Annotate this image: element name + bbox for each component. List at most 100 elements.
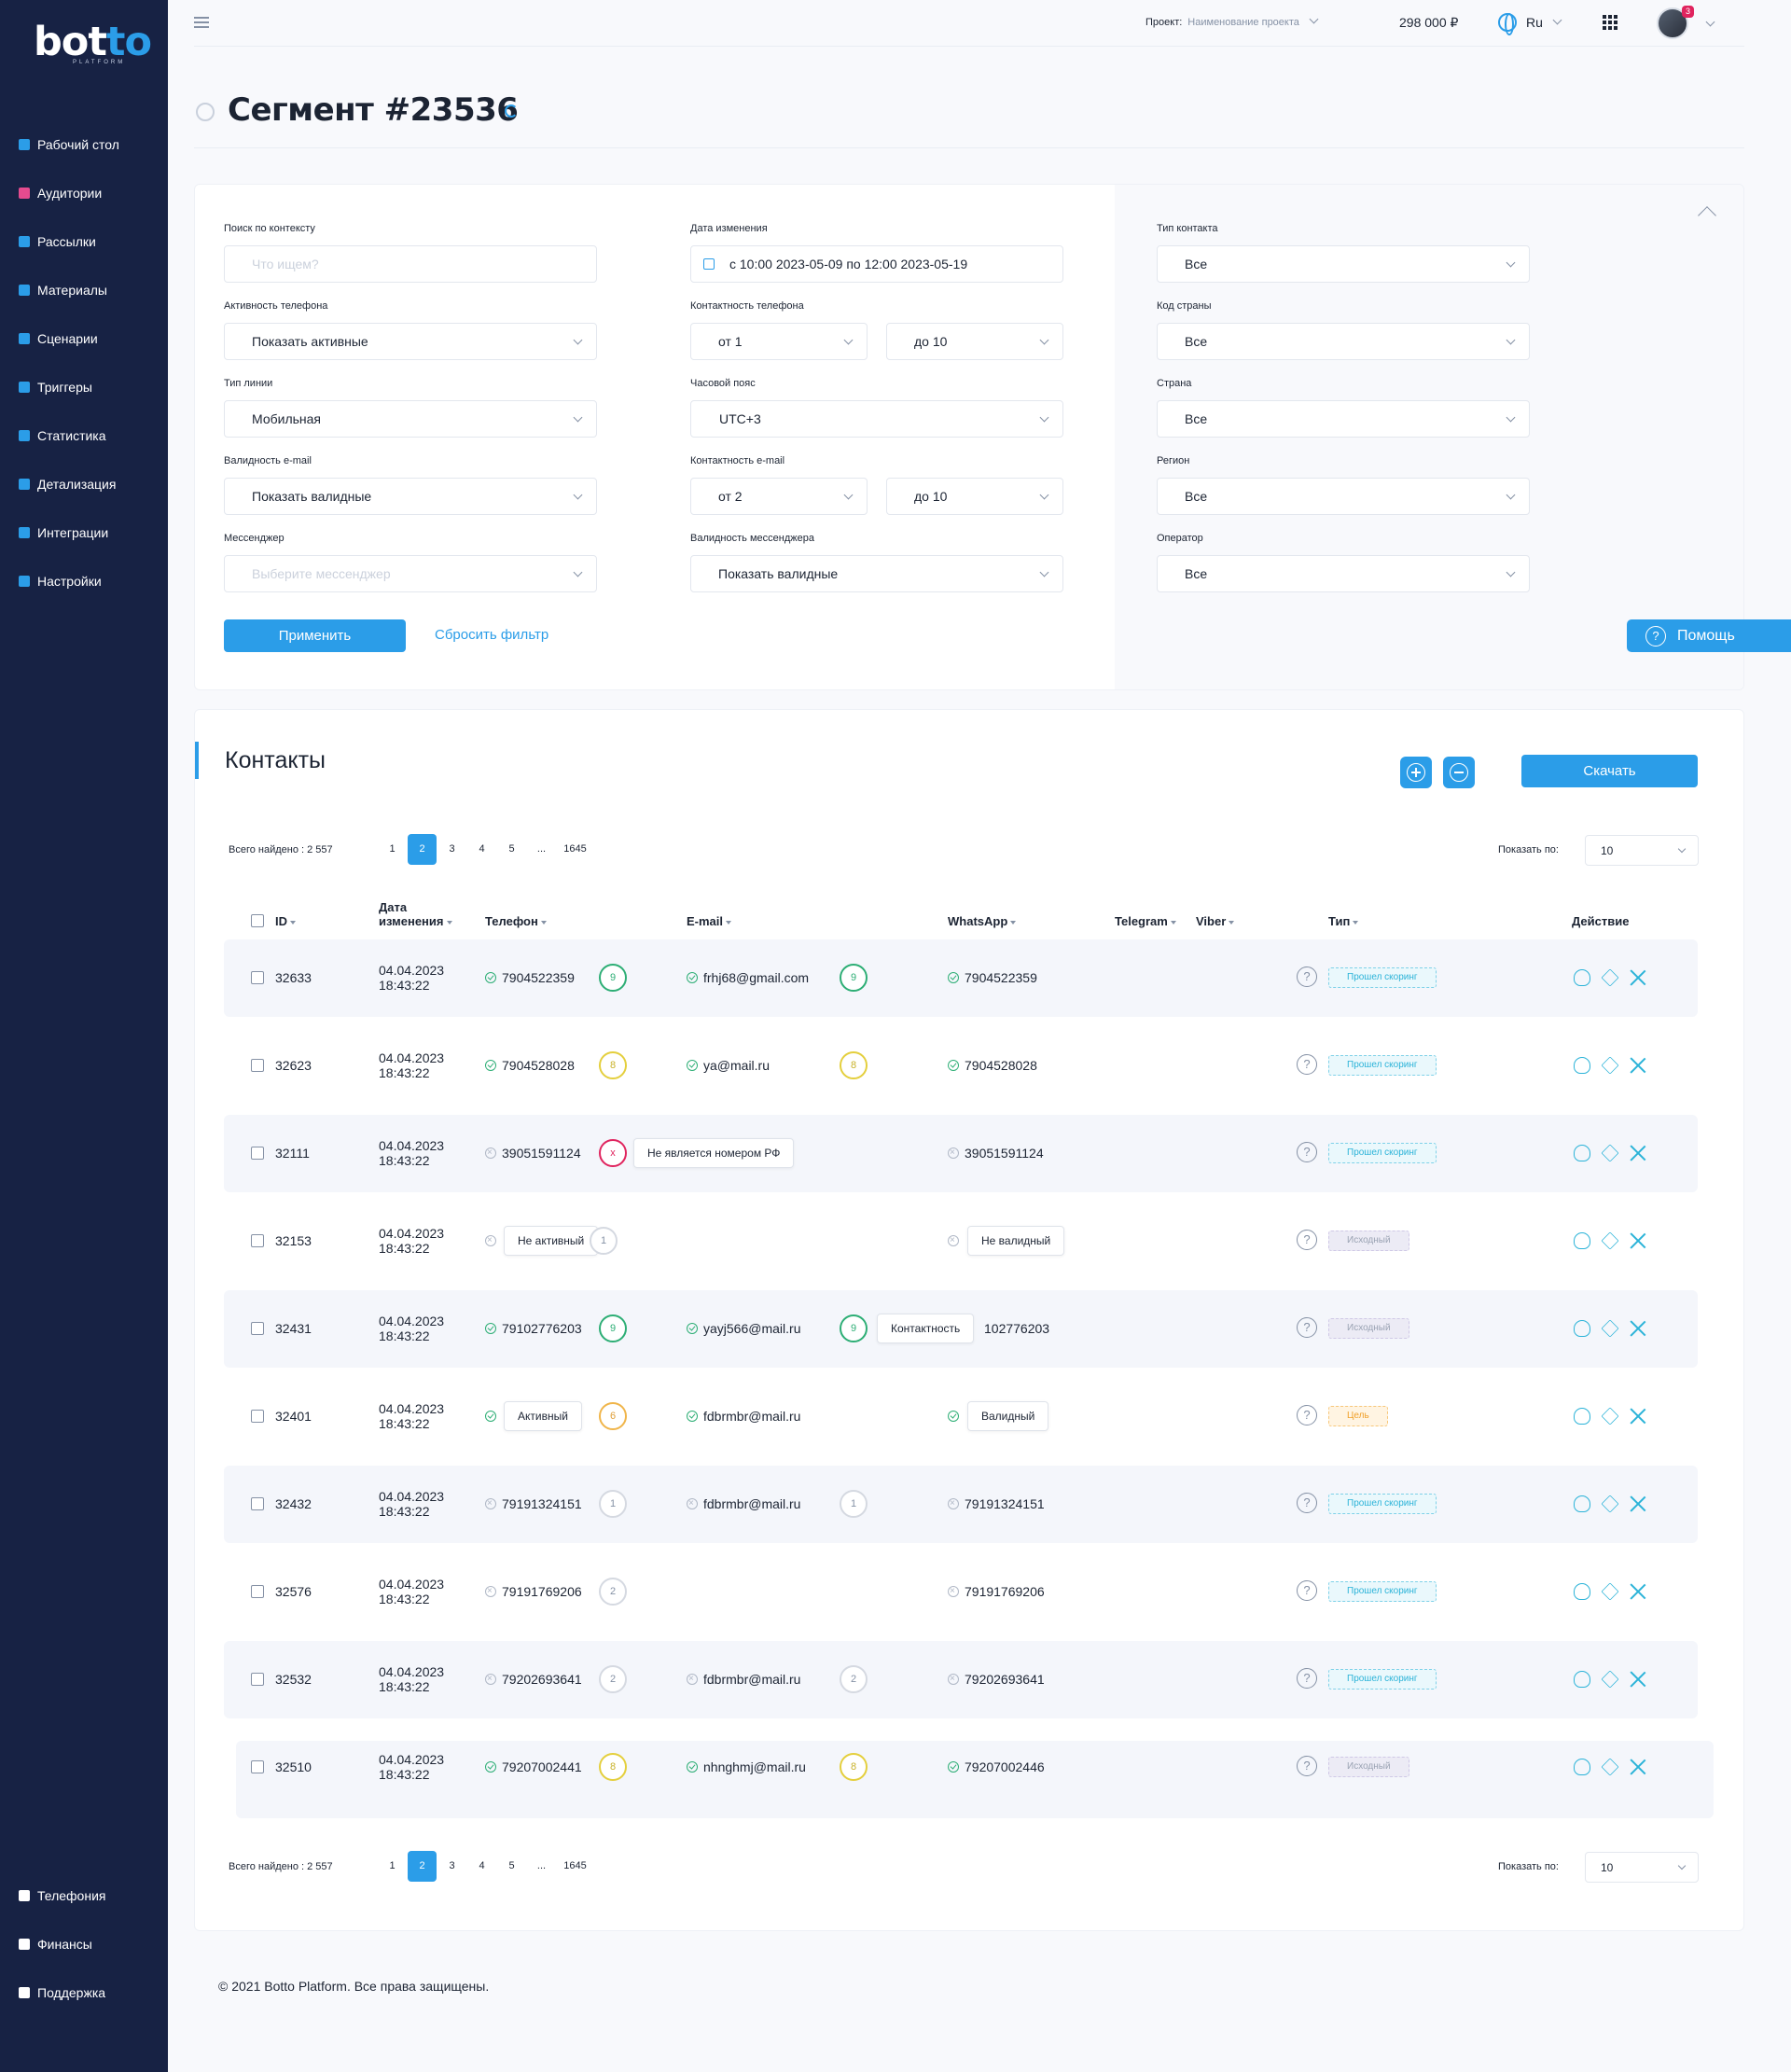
col-email[interactable]: E-mail [687, 914, 732, 928]
col-phone[interactable]: Телефон [485, 914, 547, 928]
line-type-select[interactable]: Мобильная [224, 400, 597, 438]
page-...[interactable]: ... [527, 834, 556, 865]
close-icon[interactable] [1630, 1759, 1646, 1775]
col-date[interactable]: Дата изменения [379, 900, 463, 928]
headset-icon[interactable] [1574, 1759, 1590, 1775]
sidebar-item-2[interactable]: Рассылки [19, 232, 96, 251]
close-icon[interactable] [1630, 1408, 1646, 1425]
reset-filter-link[interactable]: Сбросить фильтр [435, 627, 548, 643]
headset-icon[interactable] [1574, 1583, 1590, 1600]
email-validity-select[interactable]: Показать валидные [224, 478, 597, 515]
page-3[interactable]: 3 [437, 834, 466, 865]
page-2[interactable]: 2 [408, 834, 437, 865]
question-icon[interactable]: ? [1297, 1756, 1317, 1776]
show-by-select[interactable]: 10 [1585, 1852, 1699, 1883]
phone-contact-from[interactable]: от 1 [690, 323, 868, 360]
email-contact-to[interactable]: до 10 [886, 478, 1063, 515]
operator-select[interactable]: Все [1157, 555, 1530, 592]
close-icon[interactable] [1630, 1320, 1646, 1337]
page-1645[interactable]: 1645 [561, 1851, 590, 1882]
page-4[interactable]: 4 [467, 1851, 496, 1882]
phone-activity-select[interactable]: Показать активные [224, 323, 597, 360]
question-icon[interactable]: ? [1297, 1668, 1317, 1689]
country-code-select[interactable]: Все [1157, 323, 1530, 360]
show-by-select[interactable]: 10 [1585, 835, 1699, 866]
close-icon[interactable] [1630, 1232, 1646, 1249]
row-checkbox[interactable] [251, 1410, 264, 1423]
menu-icon[interactable] [194, 17, 209, 28]
question-icon[interactable]: ? [1297, 1317, 1317, 1338]
page-...[interactable]: ... [527, 1851, 556, 1882]
headset-icon[interactable] [1574, 1671, 1590, 1688]
sidebar-item-4[interactable]: Сценарии [19, 329, 98, 348]
row-checkbox[interactable] [251, 971, 264, 984]
select-all-checkbox[interactable] [251, 914, 264, 927]
sidebar-item-6[interactable]: Статистика [19, 426, 106, 445]
question-icon[interactable]: ? [1297, 1142, 1317, 1162]
headset-icon[interactable] [1574, 1145, 1590, 1161]
phone-contact-to[interactable]: до 10 [886, 323, 1063, 360]
question-icon[interactable]: ? [1297, 1230, 1317, 1250]
question-icon[interactable]: ? [1297, 1405, 1317, 1425]
sidebar-item-7[interactable]: Детализация [19, 475, 116, 494]
col-type[interactable]: Тип [1328, 914, 1359, 928]
sidebar-item-9[interactable]: Настройки [19, 572, 102, 591]
row-checkbox[interactable] [251, 1234, 264, 1247]
apply-button[interactable]: Применить [224, 619, 406, 652]
date-range-input[interactable]: с 10:00 2023-05-09 по 12:00 2023-05-19 [690, 245, 1063, 283]
messenger-select[interactable]: Выберите мессенджер [224, 555, 597, 592]
page-5[interactable]: 5 [497, 1851, 526, 1882]
search-input[interactable]: Что ищем? [224, 245, 597, 283]
country-select[interactable]: Все [1157, 400, 1530, 438]
col-whatsapp[interactable]: WhatsApp [948, 914, 1017, 928]
close-icon[interactable] [1630, 1495, 1646, 1512]
row-checkbox[interactable] [251, 1322, 264, 1335]
page-1645[interactable]: 1645 [561, 834, 590, 865]
col-viber[interactable]: Viber [1196, 914, 1235, 928]
language-selector[interactable]: Ru [1498, 13, 1562, 35]
download-button[interactable]: Скачать [1521, 755, 1698, 787]
question-icon[interactable]: ? [1297, 966, 1317, 987]
sidebar-bottom-item-0[interactable]: Телефония [19, 1886, 105, 1905]
row-checkbox[interactable] [251, 1673, 264, 1686]
page-1[interactable]: 1 [378, 834, 407, 865]
headset-icon[interactable] [1574, 1495, 1590, 1512]
headset-icon[interactable] [1574, 969, 1590, 986]
page-5[interactable]: 5 [497, 834, 526, 865]
row-checkbox[interactable] [251, 1497, 264, 1510]
refresh-icon[interactable] [505, 104, 518, 118]
botto-logo[interactable]: botto PLATFORM [34, 22, 152, 71]
region-select[interactable]: Все [1157, 478, 1530, 515]
headset-icon[interactable] [1574, 1232, 1590, 1249]
contact-type-select[interactable]: Все [1157, 245, 1530, 283]
add-button[interactable] [1400, 757, 1432, 788]
sidebar-item-5[interactable]: Триггеры [19, 378, 92, 396]
help-button[interactable]: ? Помощь [1627, 619, 1791, 652]
sidebar-item-1[interactable]: Аудитории [19, 184, 102, 202]
back-arrow-icon[interactable] [196, 103, 215, 121]
close-icon[interactable] [1630, 1145, 1646, 1161]
timezone-select[interactable]: UTC+3 [690, 400, 1063, 438]
sidebar-item-3[interactable]: Материалы [19, 281, 107, 299]
email-contact-from[interactable]: от 2 [690, 478, 868, 515]
sidebar-bottom-item-1[interactable]: Финансы [19, 1935, 92, 1954]
project-selector[interactable]: Проект: Наименование проекта [1145, 14, 1319, 28]
question-icon[interactable]: ? [1297, 1054, 1317, 1075]
messenger-validity-select[interactable]: Показать валидные [690, 555, 1063, 592]
sidebar-item-8[interactable]: Интеграции [19, 523, 108, 542]
headset-icon[interactable] [1574, 1320, 1590, 1337]
sidebar-item-0[interactable]: Рабочий стол [19, 135, 119, 154]
page-3[interactable]: 3 [437, 1851, 466, 1882]
question-icon[interactable]: ? [1297, 1580, 1317, 1601]
row-checkbox[interactable] [251, 1147, 264, 1160]
row-checkbox[interactable] [251, 1059, 264, 1072]
sidebar-bottom-item-2[interactable]: Поддержка [19, 1983, 105, 2002]
question-icon[interactable]: ? [1297, 1493, 1317, 1513]
col-id[interactable]: ID [275, 914, 296, 928]
headset-icon[interactable] [1574, 1057, 1590, 1074]
headset-icon[interactable] [1574, 1408, 1590, 1425]
close-icon[interactable] [1630, 969, 1646, 986]
page-2[interactable]: 2 [408, 1851, 437, 1882]
page-1[interactable]: 1 [378, 1851, 407, 1882]
close-icon[interactable] [1630, 1057, 1646, 1074]
